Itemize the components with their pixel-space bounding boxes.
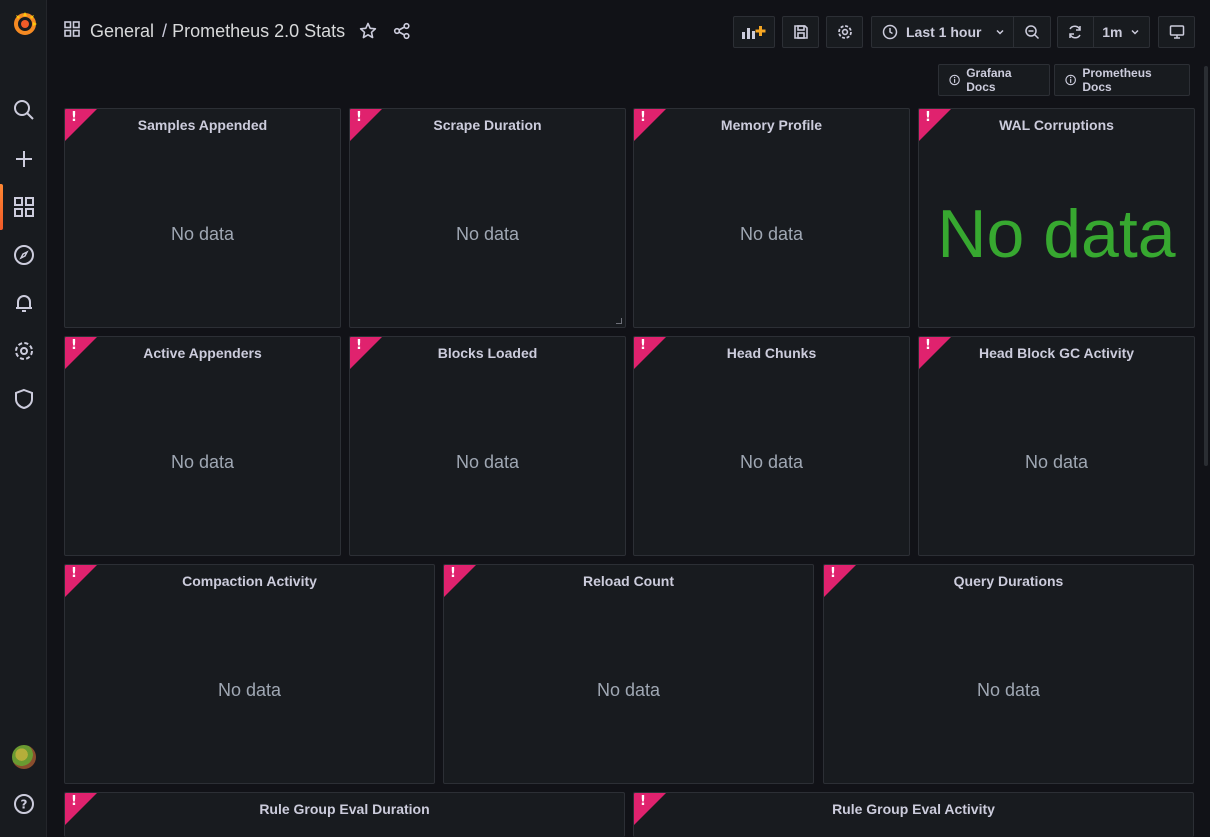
panel-reload-count[interactable]: ! Reload Count No data: [443, 564, 814, 784]
save-dashboard-button[interactable]: [782, 16, 819, 48]
grafana-docs-link[interactable]: Grafana Docs: [938, 64, 1050, 96]
chevron-down-icon: [996, 29, 1004, 35]
panel-title[interactable]: Query Durations: [824, 573, 1193, 589]
panel-title[interactable]: Compaction Activity: [65, 573, 434, 589]
settings-gear-icon: [837, 25, 852, 39]
panel-title[interactable]: Rule Group Eval Duration: [65, 801, 624, 817]
panel-rule-group-eval-duration[interactable]: ! Rule Group Eval Duration: [64, 792, 625, 837]
prometheus-docs-label: Prometheus Docs: [1082, 66, 1152, 94]
panel-title[interactable]: Rule Group Eval Activity: [634, 801, 1193, 817]
dashboard-title[interactable]: Prometheus 2.0 Stats: [172, 21, 345, 41]
server-admin-shield-icon[interactable]: [11, 386, 37, 412]
panel-head-block-gc-activity[interactable]: ! Head Block GC Activity No data: [918, 336, 1195, 556]
page-scrollbar[interactable]: [1204, 66, 1208, 466]
panel-title[interactable]: Active Appenders: [65, 345, 340, 361]
save-icon: [793, 25, 808, 39]
panel-title[interactable]: WAL Corruptions: [919, 117, 1194, 133]
sidebar-active-indicator: [0, 184, 3, 230]
refresh-icon: [1069, 25, 1082, 39]
panel-active-appenders[interactable]: ! Active Appenders No data: [64, 336, 341, 556]
panel-compaction-activity[interactable]: ! Compaction Activity No data: [64, 564, 435, 784]
search-icon[interactable]: [11, 97, 37, 123]
no-data-message: No data: [1024, 452, 1089, 472]
no-data-message: No data: [217, 680, 282, 700]
time-picker: Last 1 hour: [871, 16, 1051, 48]
plus-icon[interactable]: [11, 146, 37, 172]
panel-query-durations[interactable]: ! Query Durations No data: [823, 564, 1194, 784]
dashboard-grid-icon: [64, 20, 80, 42]
add-panel-button[interactable]: [733, 16, 775, 48]
dashboards-icon[interactable]: [11, 194, 37, 220]
info-circle-icon: [949, 74, 960, 86]
zoom-out-button[interactable]: [1014, 17, 1050, 47]
stat-value: No data: [937, 196, 1176, 272]
alerting-bell-icon[interactable]: [11, 290, 37, 316]
time-range-label: Last 1 hour: [906, 24, 982, 40]
no-data-message: No data: [739, 452, 804, 472]
user-avatar[interactable]: [12, 745, 36, 769]
panel-title[interactable]: Head Chunks: [634, 345, 909, 361]
panel-scrape-duration[interactable]: ! Scrape Duration No data: [349, 108, 626, 328]
add-panel-icon: [742, 26, 766, 39]
explore-compass-icon[interactable]: [11, 242, 37, 268]
breadcrumb: General / Prometheus 2.0 Stats: [64, 14, 411, 48]
breadcrumb-folder[interactable]: General: [90, 21, 154, 42]
no-data-message: No data: [739, 224, 804, 244]
zoom-out-icon: [1025, 25, 1040, 40]
panel-title[interactable]: Head Block GC Activity: [919, 345, 1194, 361]
grafana-docs-label: Grafana Docs: [966, 66, 1012, 94]
no-data-message: No data: [596, 680, 661, 700]
chevron-down-icon: [1131, 29, 1139, 35]
prometheus-docs-link[interactable]: Prometheus Docs: [1054, 64, 1190, 96]
no-data-message: No data: [455, 452, 520, 472]
dashboard-navbar: General / Prometheus 2.0 Stats Last 1 ho…: [47, 0, 1210, 64]
refresh-interval-label: 1m: [1102, 24, 1123, 40]
panel-title[interactable]: Memory Profile: [634, 117, 909, 133]
panel-resize-handle[interactable]: [616, 318, 622, 324]
panel-wal-corruptions[interactable]: ! WAL Corruptions No data: [918, 108, 1195, 328]
clock-icon: [882, 24, 898, 40]
info-circle-icon: [1065, 74, 1076, 86]
dashboard-settings-button[interactable]: [826, 16, 863, 48]
configuration-gear-icon[interactable]: [11, 338, 37, 364]
panel-title[interactable]: Blocks Loaded: [350, 345, 625, 361]
help-icon[interactable]: ?: [11, 791, 37, 817]
panel-head-chunks[interactable]: ! Head Chunks No data: [633, 336, 910, 556]
panel-samples-appended[interactable]: ! Samples Appended No data: [64, 108, 341, 328]
panel-title[interactable]: Reload Count: [444, 573, 813, 589]
panel-title[interactable]: Samples Appended: [65, 117, 340, 133]
breadcrumb-separator: /: [162, 20, 168, 41]
grafana-logo-icon[interactable]: [10, 9, 40, 39]
refresh-button[interactable]: [1058, 17, 1093, 47]
refresh-picker: 1m: [1057, 16, 1150, 48]
refresh-interval-select[interactable]: 1m: [1094, 17, 1149, 47]
no-data-message: No data: [170, 224, 235, 244]
star-icon[interactable]: [359, 22, 377, 40]
svg-text:?: ?: [21, 798, 28, 812]
no-data-message: No data: [170, 452, 235, 472]
time-range-button[interactable]: Last 1 hour: [872, 17, 1013, 47]
share-icon[interactable]: [393, 22, 411, 40]
no-data-message: No data: [976, 680, 1041, 700]
monitor-icon: [1169, 25, 1184, 39]
sidebar: ?: [0, 0, 47, 837]
panel-title[interactable]: Scrape Duration: [350, 117, 625, 133]
panel-blocks-loaded[interactable]: ! Blocks Loaded No data: [349, 336, 626, 556]
panel-memory-profile[interactable]: ! Memory Profile No data: [633, 108, 910, 328]
no-data-message: No data: [455, 224, 520, 244]
view-mode-button[interactable]: [1158, 16, 1195, 48]
panel-rule-group-eval-activity[interactable]: ! Rule Group Eval Activity: [633, 792, 1194, 837]
